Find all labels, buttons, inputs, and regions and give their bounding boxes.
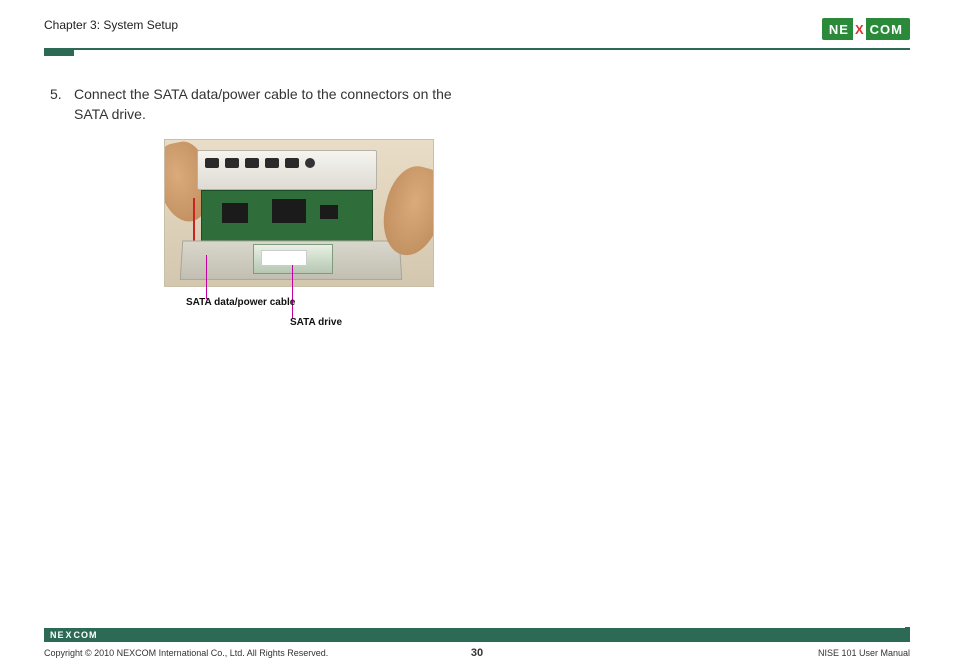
footer-brand-x: X xyxy=(65,630,74,640)
footer-copyright: Copyright © 2010 NEXCOM International Co… xyxy=(44,648,328,658)
footer-brand-left: NE xyxy=(50,630,65,640)
callout-sata-drive: SATA drive xyxy=(290,317,342,328)
figure: SATA data/power cable SATA drive xyxy=(164,139,434,287)
drive-label-sticker xyxy=(261,250,307,266)
step-text: Connect the SATA data/power cable to the… xyxy=(74,84,480,125)
ornament-square-icon xyxy=(895,637,900,642)
header-divider xyxy=(44,48,910,50)
ornament-square-icon xyxy=(905,627,910,632)
rear-ports xyxy=(205,158,315,168)
header-divider-tab xyxy=(44,50,74,56)
port-icon xyxy=(245,158,259,168)
brand-logo-x: X xyxy=(853,18,866,40)
callout-leader-line xyxy=(292,265,293,319)
footer-text-row: Copyright © 2010 NEXCOM International Co… xyxy=(44,648,910,658)
port-icon xyxy=(265,158,279,168)
brand-logo: NE X COM xyxy=(822,18,910,40)
callout-leader-line xyxy=(206,255,207,299)
step-number: 5. xyxy=(50,84,64,104)
page-number: 30 xyxy=(471,647,483,659)
footer-ornament-squares-icon xyxy=(890,622,910,642)
device-enclosure xyxy=(197,150,377,190)
footer-brand-logo: NEXCOM xyxy=(50,630,98,640)
port-icon xyxy=(305,158,315,168)
brand-logo-right: COM xyxy=(866,18,910,40)
brand-logo-left: NE xyxy=(822,18,853,40)
port-icon xyxy=(205,158,219,168)
footer-bar: NEXCOM xyxy=(44,628,910,642)
footer-brand-right: COM xyxy=(74,630,98,640)
callout-sata-cable: SATA data/power cable xyxy=(186,297,295,308)
port-icon xyxy=(285,158,299,168)
ornament-square-icon xyxy=(902,634,910,642)
port-icon xyxy=(225,158,239,168)
footer-doc-title: NISE 101 User Manual xyxy=(818,648,910,658)
hardware-photo xyxy=(164,139,434,287)
instruction-step: 5. Connect the SATA data/power cable to … xyxy=(50,84,480,125)
chip-icon xyxy=(272,199,306,223)
chapter-title: Chapter 3: System Setup xyxy=(44,18,178,32)
chip-icon xyxy=(320,205,338,219)
